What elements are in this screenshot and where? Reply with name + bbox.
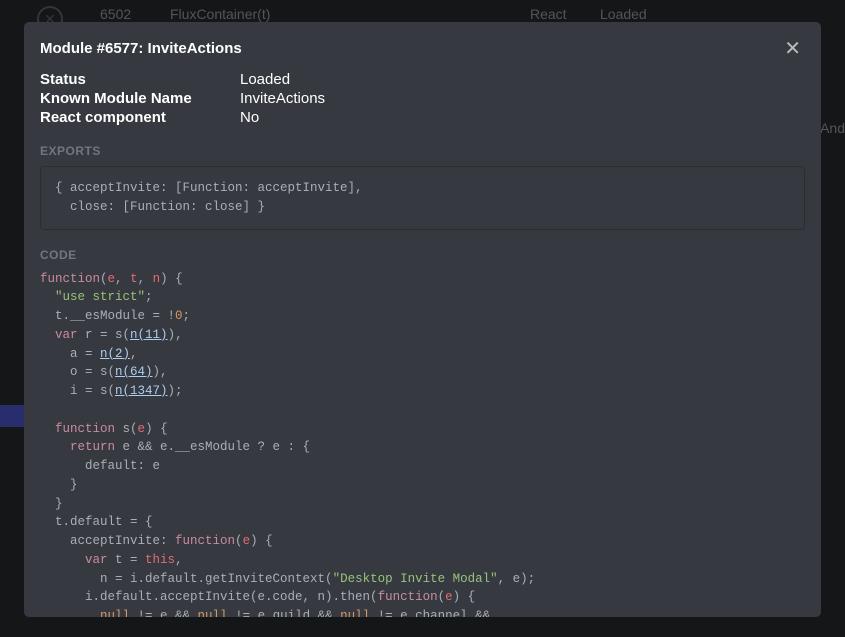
module-modal: Module #6577: InviteActions ✕ Status Loa…	[24, 22, 821, 617]
module-code[interactable]: function(e, t, n) { "use strict"; t.__es…	[40, 270, 805, 618]
meta-name-value: InviteActions	[240, 90, 805, 107]
modal-header: Module #6577: InviteActions ✕	[24, 22, 821, 71]
meta-status-label: Status	[40, 71, 240, 88]
code-header: CODE	[40, 248, 805, 262]
exports-header: EXPORTS	[40, 144, 805, 158]
modal-content[interactable]: Status Loaded Known Module Name InviteAc…	[24, 71, 821, 617]
modal-title: Module #6577: InviteActions	[40, 40, 242, 57]
meta-status-value: Loaded	[240, 71, 805, 88]
meta-react-label: React component	[40, 109, 240, 126]
meta-react-value: No	[240, 109, 805, 126]
meta-table: Status Loaded Known Module Name InviteAc…	[40, 71, 805, 126]
close-button[interactable]: ✕	[780, 36, 805, 61]
meta-name-label: Known Module Name	[40, 90, 240, 107]
exports-code[interactable]: { acceptInvite: [Function: acceptInvite]…	[40, 166, 805, 230]
close-icon: ✕	[784, 38, 801, 60]
